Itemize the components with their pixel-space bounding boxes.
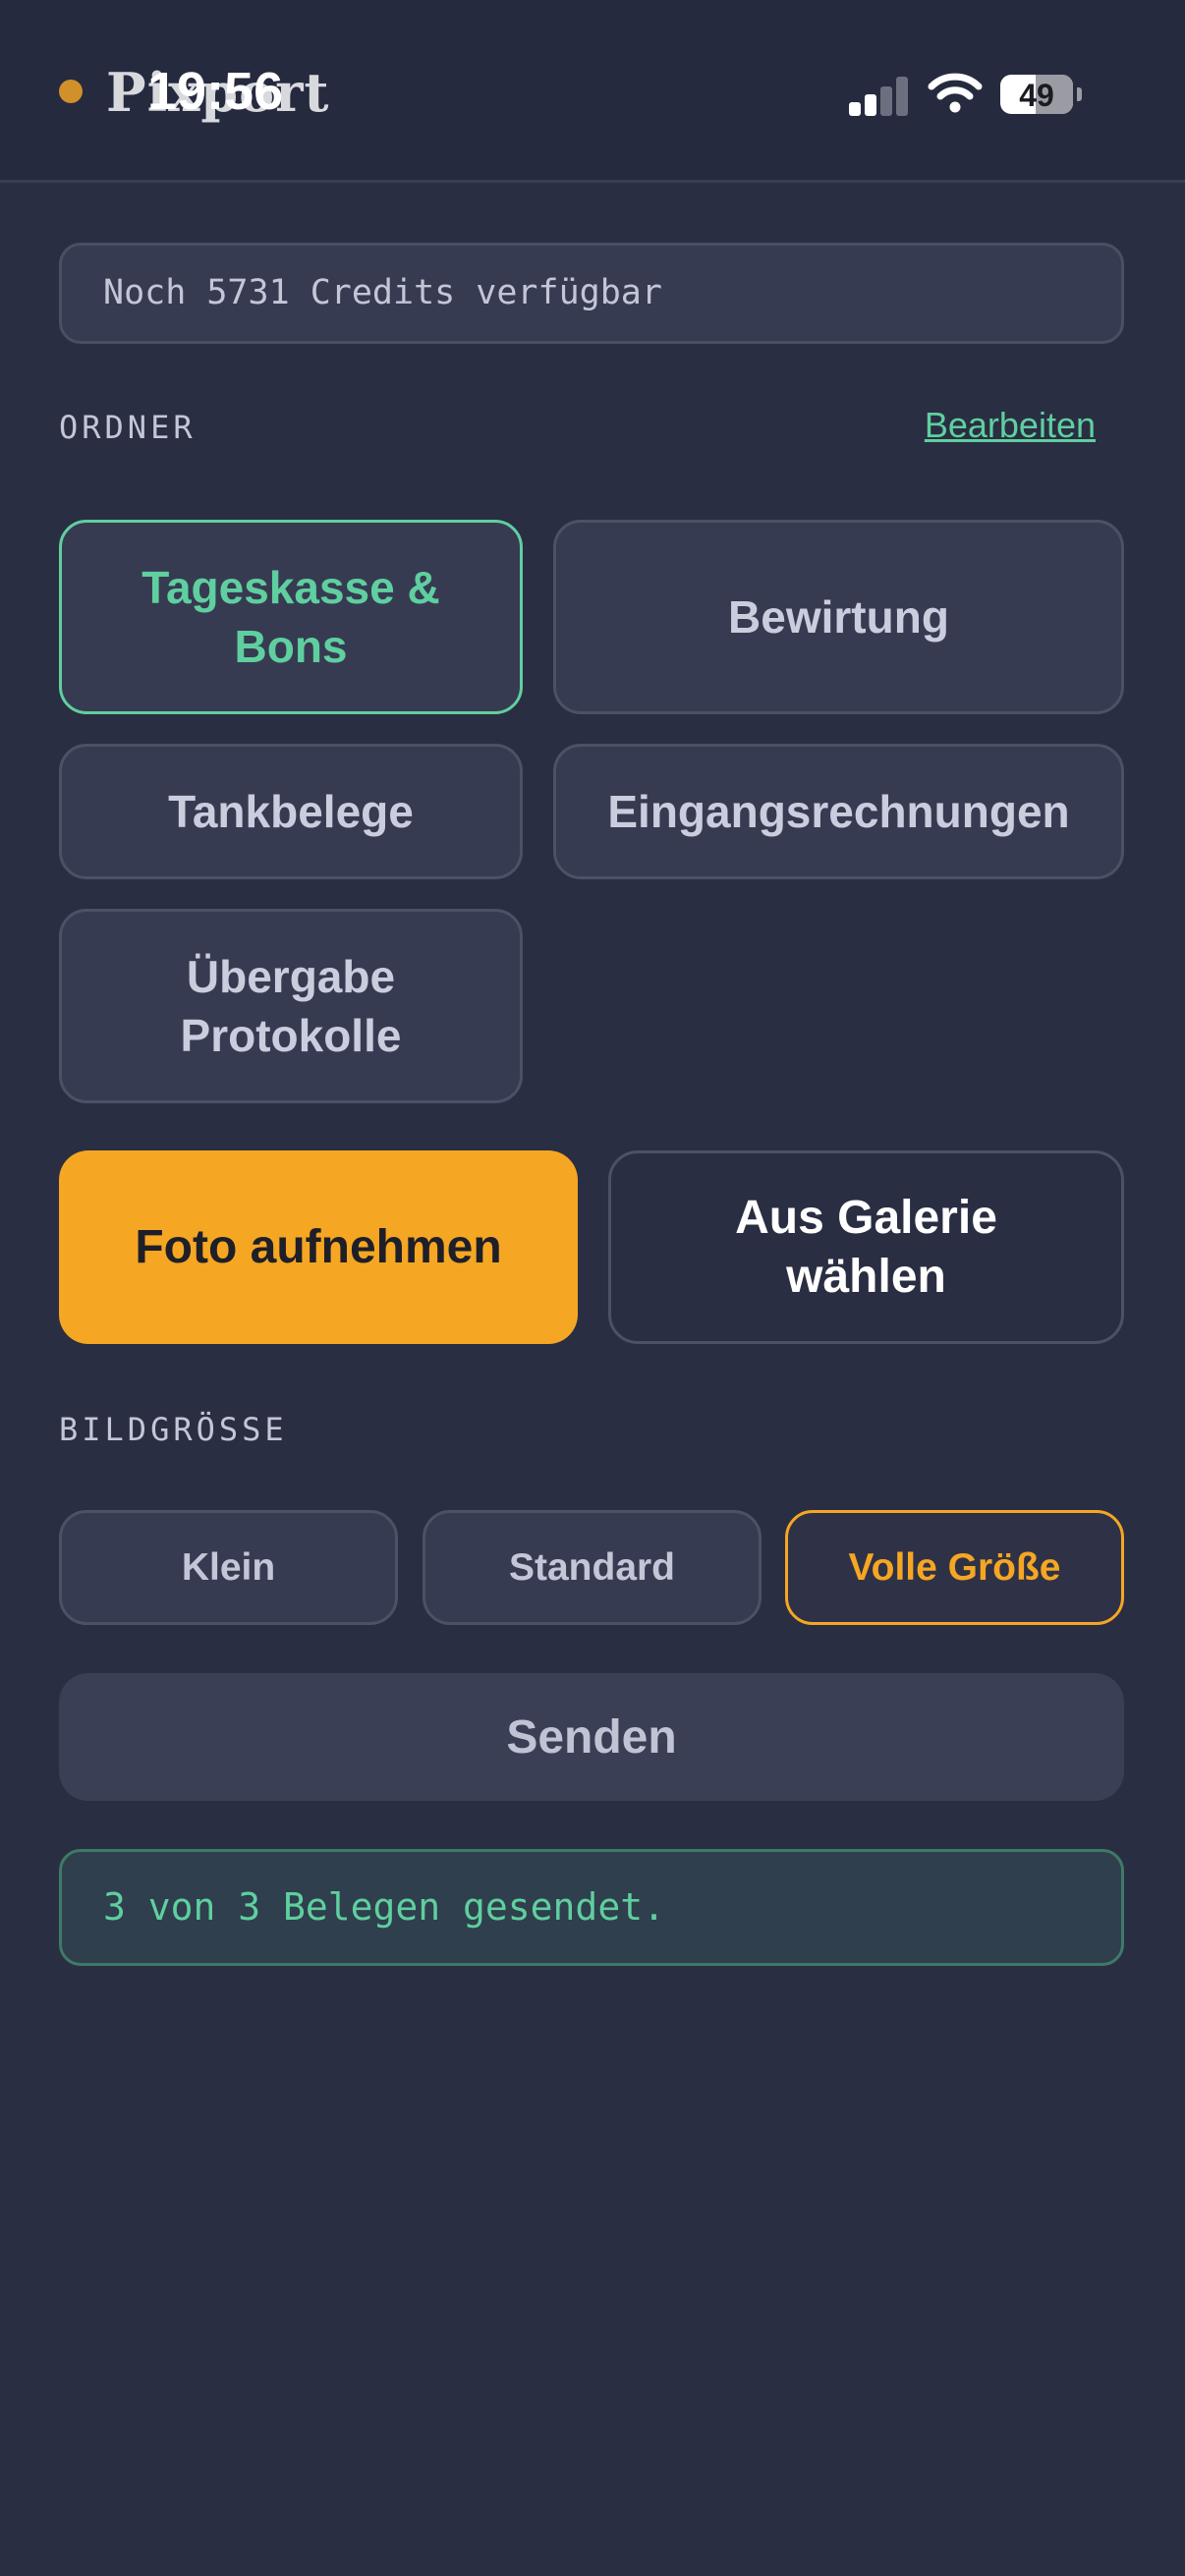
- image-size-section-label: BILDGRÖSSE: [59, 1411, 288, 1448]
- send-status-message: 3 von 3 Belegen gesendet.: [59, 1849, 1124, 1966]
- folder-tankbelege[interactable]: Tankbelege: [59, 744, 523, 879]
- folder-bewirtung[interactable]: Bewirtung: [553, 520, 1124, 714]
- size-option-full[interactable]: Volle Größe: [785, 1510, 1124, 1625]
- folder-uebergabe-protokolle[interactable]: Übergabe Protokolle: [59, 909, 523, 1103]
- battery-icon: 49: [1000, 75, 1073, 114]
- folders-section-label: ORDNER: [59, 409, 197, 446]
- take-photo-button[interactable]: Foto aufnehmen: [59, 1150, 578, 1344]
- wifi-icon: [928, 73, 983, 113]
- battery-percentage: 49: [1019, 78, 1054, 113]
- size-option-small[interactable]: Klein: [59, 1510, 398, 1625]
- status-bar-time: 19:56: [147, 62, 284, 121]
- cellular-signal-icon: [849, 75, 908, 116]
- folder-eingangsrechnungen[interactable]: Eingangsrechnungen: [553, 744, 1124, 879]
- edit-folders-link[interactable]: Bearbeiten: [925, 405, 1096, 446]
- send-button[interactable]: Senden: [59, 1673, 1124, 1801]
- choose-from-gallery-button[interactable]: Aus Galerie wählen: [608, 1150, 1124, 1344]
- folder-tageskasse-bons[interactable]: Tageskasse & Bons: [59, 520, 523, 714]
- app-header: Pixport 19:56 49: [0, 0, 1185, 183]
- credits-info: Noch 5731 Credits verfügbar: [59, 243, 1124, 344]
- app-status-dot: [59, 80, 83, 103]
- battery-nub: [1077, 87, 1082, 101]
- size-option-standard[interactable]: Standard: [423, 1510, 762, 1625]
